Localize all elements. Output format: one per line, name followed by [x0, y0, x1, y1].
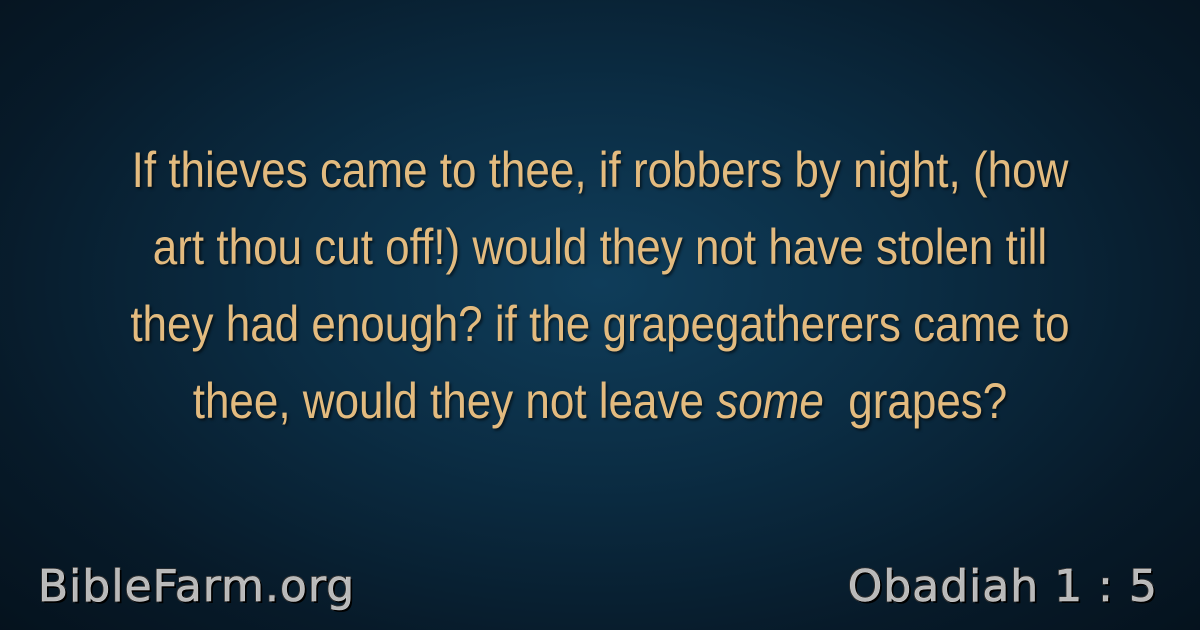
verse-text: If thieves came to thee, if robbers by n… — [107, 132, 1093, 440]
verse-text-italic: some — [716, 373, 824, 429]
site-watermark: BibleFarm.org — [38, 561, 356, 613]
verse-reference: Obadiah 1 : 5 — [847, 561, 1158, 613]
verse-text-end: grapes? — [836, 373, 1008, 429]
